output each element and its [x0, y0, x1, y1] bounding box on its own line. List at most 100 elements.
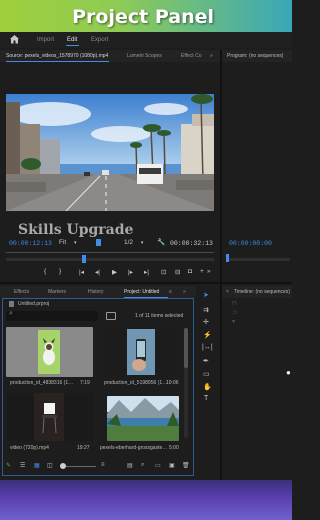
program-timecode[interactable]: 00:00:00:00 — [229, 240, 272, 247]
step-back-icon[interactable]: ◂| — [95, 268, 100, 276]
wrench-icon[interactable]: 🔧 — [157, 238, 165, 246]
icon-view-icon[interactable]: ▦ — [34, 462, 40, 469]
menu-export[interactable]: Export — [91, 37, 108, 43]
tab-effect-controls[interactable]: Effect Co — [181, 53, 201, 59]
hand-icon[interactable]: ✋ — [203, 383, 212, 391]
banner-title: Project Panel — [72, 6, 214, 28]
active-tab-underline — [6, 61, 109, 62]
clip-duration: 7:19 — [80, 380, 90, 386]
street-scene-image — [6, 94, 214, 211]
rectangle-icon[interactable]: ▭ — [203, 370, 210, 378]
clip-thumbnail[interactable] — [6, 327, 93, 377]
items-selected-count: 1 of 11 items selected — [135, 313, 184, 319]
workspace-bar: Import Edit Export — [0, 32, 292, 48]
clip-thumbnail[interactable] — [107, 396, 179, 441]
tab-effects[interactable]: Effects — [14, 289, 29, 295]
clip-name[interactable]: production_id_4838316 (1… — [10, 380, 73, 386]
clip-duration: 5:00 — [169, 445, 179, 451]
source-scrub-handle[interactable] — [82, 255, 86, 263]
watermark-text: Skills Upgrade — [18, 222, 134, 238]
ripple-edit-icon[interactable]: ✛ — [203, 318, 209, 326]
menu-import[interactable]: Import — [37, 37, 54, 43]
snap-icon[interactable]: ⊓ — [232, 300, 237, 307]
overwrite-icon[interactable]: ⊟ — [175, 268, 180, 276]
list-view-icon[interactable]: ☰ — [20, 462, 25, 469]
tab-lumetri-scopes[interactable]: Lumetri Scopes — [127, 53, 162, 59]
source-transport-bar: { } |◂ ◂| ▶ |▸ ▸| ⊡ ⊟ ◘ + » — [44, 268, 214, 278]
sort-icon[interactable]: ≡ — [101, 462, 105, 468]
clip-thumbnail[interactable] — [103, 327, 179, 377]
chevron-down-icon: ▾ — [74, 240, 77, 246]
resolution-dropdown[interactable]: 1/2 ▾ — [124, 239, 143, 246]
mark-in-icon[interactable]: { — [44, 268, 46, 275]
clip-duration: 10:06 — [166, 380, 179, 386]
more-controls-icon[interactable]: » — [207, 268, 211, 275]
freeform-view-icon[interactable]: ◫ — [47, 462, 53, 469]
source-time-ruler[interactable] — [6, 252, 214, 253]
add-button-icon[interactable]: + — [200, 268, 204, 275]
linked-selection-icon[interactable]: ⊃ — [232, 309, 237, 316]
tab-markers[interactable]: Markers — [48, 289, 66, 295]
pencil-icon[interactable]: ✎ — [6, 462, 11, 469]
project-file-icon — [9, 301, 14, 307]
source-current-timecode[interactable]: 00:00:12:13 — [9, 240, 52, 247]
pen-icon[interactable]: ✒ — [203, 357, 209, 365]
export-frame-icon[interactable]: ◘ — [188, 268, 192, 275]
program-scrub-bar[interactable] — [226, 258, 290, 261]
project-search-input[interactable]: ⌕ — [6, 310, 98, 321]
timeline-tab-bar: × Timeline: (no sequences) — [222, 286, 292, 298]
resolution-label: 1/2 — [124, 239, 134, 246]
clip-name[interactable]: video (720p).mp4 — [10, 445, 49, 451]
play-icon[interactable]: ▶ — [112, 268, 117, 276]
panel-menu-icon[interactable]: ≡ — [169, 289, 172, 295]
tab-project-untitled[interactable]: Project: Untitled — [124, 289, 159, 295]
playhead-marker[interactable] — [96, 239, 101, 246]
clip-name[interactable]: production_id_5198956 (1… — [104, 380, 167, 386]
source-duration-timecode: 00:00:32:13 — [170, 240, 213, 247]
clip-name[interactable]: pexels-eberhard-grossgaste… — [100, 445, 167, 451]
tab-timeline[interactable]: Timeline: (no sequences) — [234, 289, 290, 295]
project-tab-bar: Effects Markers History Project: Untitle… — [0, 286, 196, 298]
phone-image — [127, 329, 155, 375]
track-select-icon[interactable]: ⇉ — [203, 306, 209, 314]
trash-icon[interactable]: 🗑 — [182, 462, 190, 469]
tab-source[interactable]: Source: pexels_videos_1578970 (1080p).mp… — [6, 53, 108, 59]
fit-dropdown[interactable]: Fit ▾ — [59, 239, 77, 246]
more-tabs-icon[interactable]: » — [210, 53, 213, 59]
razor-icon[interactable]: ⚡ — [203, 331, 212, 339]
close-icon[interactable]: × — [226, 289, 229, 295]
menu-edit[interactable]: Edit — [67, 37, 77, 43]
home-icon[interactable] — [9, 34, 20, 46]
automate-sequence-icon[interactable]: ▤ — [127, 462, 133, 469]
insert-icon[interactable]: ⊡ — [161, 268, 166, 276]
go-to-in-icon[interactable]: |◂ — [79, 268, 84, 276]
program-scrub-handle[interactable] — [226, 254, 229, 262]
mark-out-icon[interactable]: } — [59, 268, 61, 275]
selection-tool-icon[interactable]: ➤ — [203, 291, 209, 299]
new-item-icon[interactable]: ▣ — [169, 462, 175, 469]
new-bin-icon[interactable]: ▭ — [155, 462, 161, 469]
zoom-slider-handle[interactable] — [60, 463, 66, 469]
slip-icon[interactable]: |↔| — [202, 344, 213, 351]
clip-thumbnail[interactable] — [6, 393, 93, 441]
more-tabs-icon[interactable]: » — [183, 289, 186, 295]
tab-program[interactable]: Program: (no sequences) — [227, 53, 283, 59]
step-forward-icon[interactable]: |▸ — [128, 268, 133, 276]
search-icon: ⌕ — [9, 310, 13, 317]
active-menu-underline — [66, 45, 79, 46]
program-tab-bar: Program: (no sequences) — [222, 50, 292, 62]
project-scroll-thumb[interactable] — [184, 328, 188, 368]
source-scrub-bar[interactable] — [6, 258, 214, 261]
type-tool-icon[interactable]: T — [204, 395, 208, 402]
panel-row-divider — [0, 282, 292, 284]
bottom-gradient-bar — [0, 480, 292, 520]
timeline-empty-tools: ⊓ ⊃ ▾ — [230, 300, 250, 326]
new-bin-icon[interactable] — [106, 312, 116, 320]
go-to-out-icon[interactable]: ▸| — [144, 268, 149, 276]
chair-image — [34, 393, 64, 441]
marker-icon[interactable]: ▾ — [232, 318, 235, 325]
find-icon[interactable]: ⌕ — [141, 462, 144, 469]
source-tab-bar: Source: pexels_videos_1578970 (1080p).mp… — [0, 50, 220, 62]
tab-history[interactable]: History — [88, 289, 104, 295]
project-bottom-toolbar: ✎ ☰ ▦ ◫ ≡ ▤ ⌕ ▭ ▣ 🗑 — [4, 462, 192, 472]
